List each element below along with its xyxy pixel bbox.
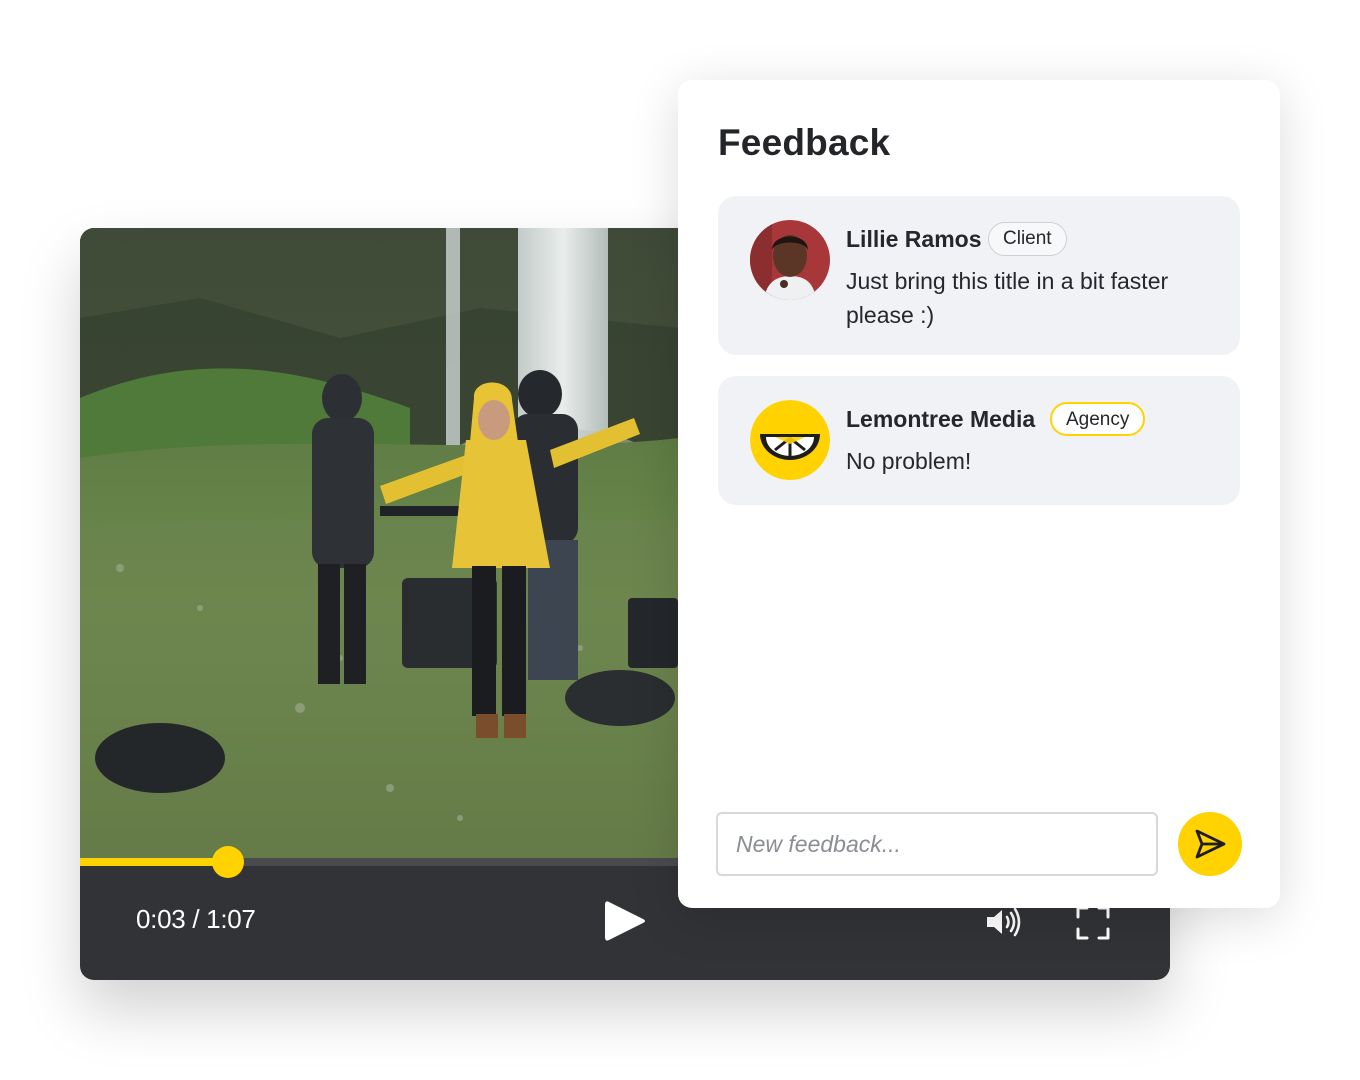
new-feedback-input[interactable] — [716, 812, 1158, 876]
progress-handle[interactable] — [212, 846, 245, 878]
avatar — [750, 220, 830, 300]
comment-card: Lemontree Media Agency No problem! — [718, 376, 1240, 505]
fullscreen-icon — [1076, 906, 1110, 940]
send-icon — [1195, 829, 1226, 859]
comment-card: Lillie Ramos Client Just bring this titl… — [718, 196, 1240, 355]
avatar — [750, 400, 830, 480]
timecode: 0:03 / 1:07 — [136, 904, 256, 934]
comment-message: Just bring this title in a bit faster pl… — [846, 268, 1169, 328]
user-avatar-icon — [750, 220, 830, 300]
role-badge: Agency — [1050, 402, 1146, 436]
comment-message: No problem! — [846, 448, 972, 474]
progress-fill — [80, 858, 229, 866]
volume-button[interactable] — [982, 902, 1026, 942]
play-button[interactable] — [600, 896, 650, 946]
panel-title: Feedback — [718, 122, 891, 163]
lemon-logo-icon — [750, 400, 830, 480]
volume-icon — [987, 907, 1021, 937]
fullscreen-button[interactable] — [1074, 904, 1112, 942]
feedback-panel: Feedback Lillie Ramos Client Just bring … — [678, 80, 1280, 908]
role-badge: Client — [988, 222, 1067, 256]
comment-author: Lillie Ramos — [846, 226, 982, 252]
send-button[interactable] — [1178, 812, 1242, 876]
play-icon — [605, 901, 645, 941]
comment-author: Lemontree Media — [846, 406, 1036, 432]
